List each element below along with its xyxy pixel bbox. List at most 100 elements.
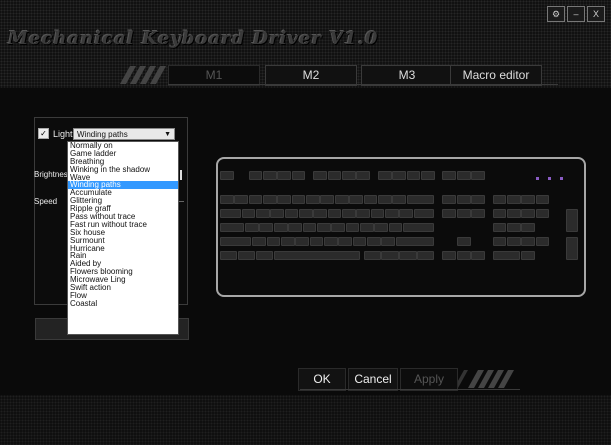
tab-m2[interactable]: M2 bbox=[265, 65, 357, 86]
keyboard-key[interactable] bbox=[442, 251, 457, 260]
keyboard-key[interactable] bbox=[341, 171, 356, 180]
keyboard-key[interactable] bbox=[237, 251, 256, 260]
keyboard-key[interactable] bbox=[245, 223, 259, 232]
keyboard-key[interactable] bbox=[220, 251, 238, 260]
keyboard-key[interactable] bbox=[331, 223, 345, 232]
effect-option[interactable]: Aided by bbox=[68, 260, 178, 268]
keyboard-key[interactable] bbox=[492, 237, 507, 246]
keyboard-key[interactable] bbox=[374, 223, 388, 232]
keyboard-key[interactable] bbox=[270, 209, 284, 218]
close-button[interactable]: X bbox=[587, 6, 605, 22]
keyboard-key[interactable] bbox=[521, 223, 536, 232]
keyboard-key[interactable] bbox=[456, 237, 471, 246]
keyboard-key[interactable] bbox=[507, 209, 521, 218]
light-checkbox[interactable]: ✓ bbox=[38, 128, 49, 139]
keyboard-key[interactable] bbox=[471, 171, 485, 180]
keyboard-key[interactable] bbox=[298, 209, 313, 218]
effect-option[interactable]: Flowers blooming bbox=[68, 268, 178, 276]
keyboard-key[interactable] bbox=[392, 195, 406, 204]
keyboard-key[interactable] bbox=[395, 237, 434, 246]
keyboard-key[interactable] bbox=[406, 171, 421, 180]
keyboard-key[interactable] bbox=[241, 209, 256, 218]
keyboard-key[interactable] bbox=[255, 209, 270, 218]
keyboard-key[interactable] bbox=[248, 171, 263, 180]
keyboard-key[interactable] bbox=[356, 171, 371, 180]
keyboard-key[interactable] bbox=[309, 237, 324, 246]
keyboard-key[interactable] bbox=[507, 237, 521, 246]
keyboard-key[interactable] bbox=[456, 195, 471, 204]
effect-select[interactable]: Winding paths ▼ bbox=[73, 128, 175, 140]
apply-button[interactable]: Apply bbox=[400, 368, 458, 391]
keyboard-key[interactable] bbox=[327, 171, 342, 180]
keyboard-key[interactable] bbox=[356, 209, 371, 218]
keyboard-key[interactable] bbox=[456, 209, 471, 218]
keyboard-key[interactable] bbox=[291, 195, 306, 204]
tab-m3[interactable]: M3 bbox=[361, 65, 453, 86]
keyboard-key[interactable] bbox=[263, 171, 277, 180]
keyboard-key[interactable] bbox=[456, 251, 471, 260]
keyboard-key[interactable] bbox=[413, 209, 435, 218]
keyboard-key[interactable] bbox=[313, 209, 327, 218]
effect-option[interactable]: Wave bbox=[68, 174, 178, 182]
keyboard-key[interactable] bbox=[313, 171, 327, 180]
keyboard-key[interactable] bbox=[295, 237, 310, 246]
keyboard-key[interactable] bbox=[377, 171, 392, 180]
keyboard-key[interactable] bbox=[471, 251, 485, 260]
keyboard-key[interactable] bbox=[220, 237, 251, 246]
keyboard-key[interactable] bbox=[324, 237, 338, 246]
keyboard-key[interactable] bbox=[442, 171, 457, 180]
keyboard-key[interactable] bbox=[220, 171, 234, 180]
keyboard-key[interactable] bbox=[381, 237, 396, 246]
keyboard-key[interactable] bbox=[259, 223, 274, 232]
settings-icon[interactable]: ⚙ bbox=[547, 6, 565, 22]
keyboard-key[interactable] bbox=[492, 223, 507, 232]
keyboard-key[interactable] bbox=[284, 209, 299, 218]
effect-option[interactable]: Breathing bbox=[68, 158, 178, 166]
keyboard-key[interactable] bbox=[302, 223, 317, 232]
keyboard-key[interactable] bbox=[320, 195, 335, 204]
keyboard-key[interactable] bbox=[399, 251, 417, 260]
keyboard-key[interactable] bbox=[220, 223, 245, 232]
keyboard-key[interactable] bbox=[370, 209, 385, 218]
effect-option[interactable]: Rain bbox=[68, 252, 178, 260]
effect-option[interactable]: Surmount bbox=[68, 237, 178, 245]
keyboard-key[interactable] bbox=[392, 171, 406, 180]
effect-option[interactable]: Game ladder bbox=[68, 150, 178, 158]
tab-macro-editor[interactable]: Macro editor bbox=[450, 65, 542, 86]
keyboard-key[interactable] bbox=[385, 209, 399, 218]
keyboard-key[interactable] bbox=[291, 171, 306, 180]
keyboard-key[interactable] bbox=[263, 195, 277, 204]
keyboard-key[interactable] bbox=[234, 195, 249, 204]
keyboard-key[interactable] bbox=[456, 171, 471, 180]
effect-option[interactable]: Ripple graff bbox=[68, 205, 178, 213]
keyboard-key[interactable] bbox=[566, 237, 578, 260]
keyboard-key[interactable] bbox=[363, 195, 378, 204]
keyboard-key[interactable] bbox=[277, 171, 292, 180]
keyboard-key[interactable] bbox=[266, 237, 281, 246]
keyboard-key[interactable] bbox=[359, 223, 374, 232]
tab-m1[interactable]: M1 bbox=[168, 65, 260, 86]
keyboard-key[interactable] bbox=[442, 209, 457, 218]
effect-option[interactable]: Microwave Ling bbox=[68, 276, 178, 284]
keyboard-key[interactable] bbox=[306, 195, 320, 204]
keyboard-key[interactable] bbox=[277, 195, 292, 204]
keyboard-key[interactable] bbox=[220, 195, 234, 204]
keyboard-key[interactable] bbox=[341, 209, 356, 218]
minimize-button[interactable]: – bbox=[567, 6, 585, 22]
keyboard-key[interactable] bbox=[406, 195, 435, 204]
effect-option[interactable]: Normally on bbox=[68, 142, 178, 150]
effect-option[interactable]: Pass without trace bbox=[68, 213, 178, 221]
effect-option-selected[interactable]: Winding paths bbox=[68, 181, 178, 190]
effect-option[interactable]: Hurricane bbox=[68, 245, 178, 253]
keyboard-key[interactable] bbox=[388, 223, 403, 232]
keyboard-key[interactable] bbox=[535, 237, 550, 246]
effect-option[interactable]: Winking in the shadow bbox=[68, 166, 178, 174]
keyboard-key[interactable] bbox=[220, 209, 241, 218]
effect-option[interactable]: Six house bbox=[68, 229, 178, 237]
keyboard-key[interactable] bbox=[352, 237, 367, 246]
keyboard-key[interactable] bbox=[273, 251, 360, 260]
keyboard-key[interactable] bbox=[280, 237, 295, 246]
keyboard-key[interactable] bbox=[288, 223, 302, 232]
keyboard-key[interactable] bbox=[492, 195, 507, 204]
keyboard-key[interactable] bbox=[521, 237, 536, 246]
